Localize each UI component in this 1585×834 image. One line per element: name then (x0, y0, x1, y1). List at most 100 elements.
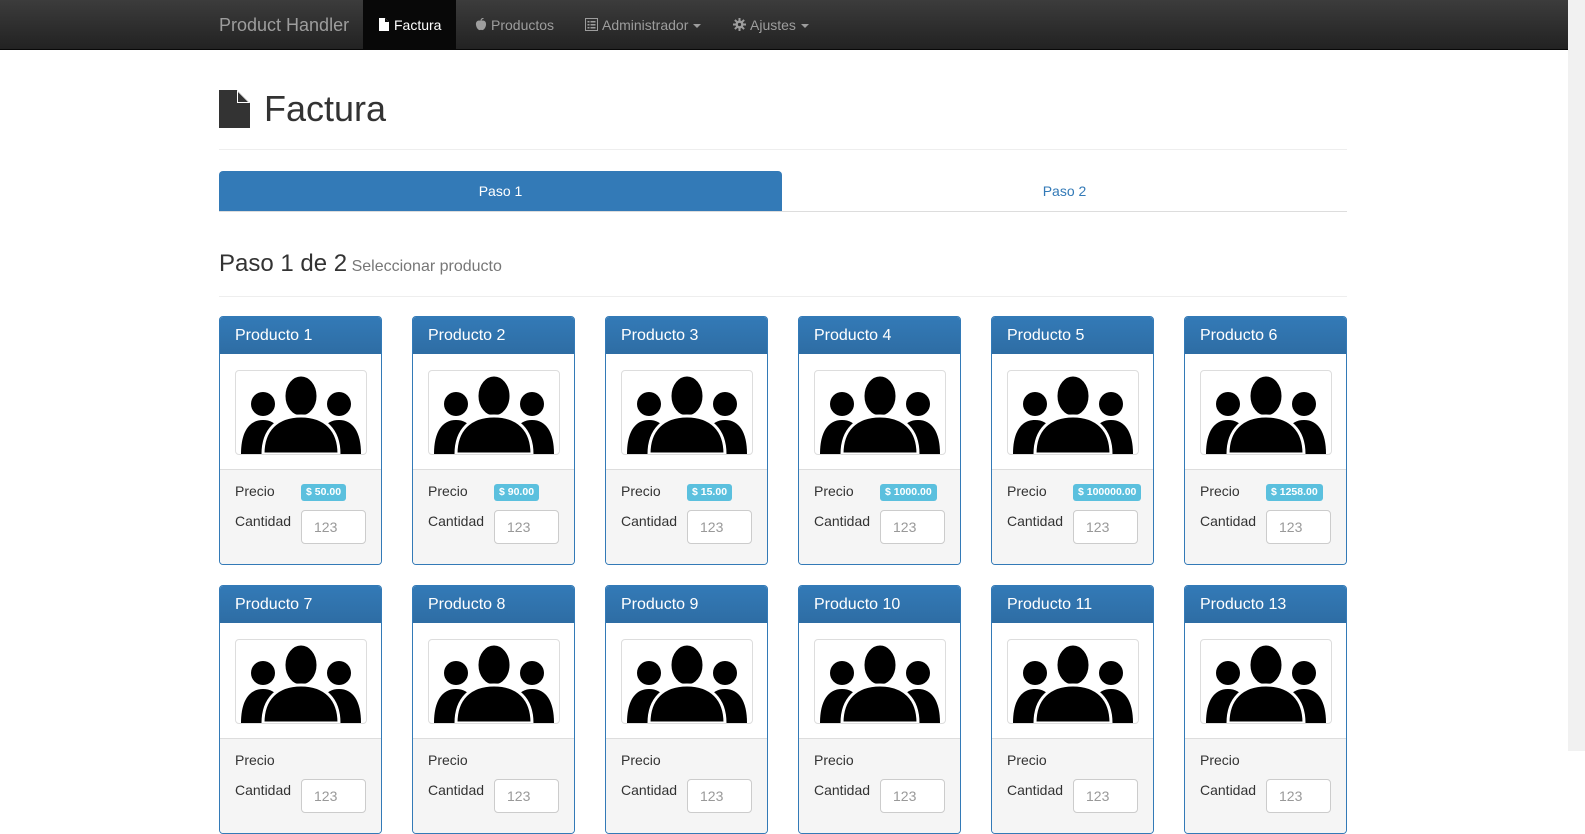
product-image (235, 370, 367, 455)
product-body (413, 354, 574, 470)
product-card[interactable]: Producto 1 Precio $ 50.00 Cantidad (219, 316, 382, 565)
users-icon (434, 643, 554, 723)
product-image (428, 639, 560, 724)
quantity-input[interactable] (687, 510, 752, 544)
quantity-input[interactable] (1266, 510, 1331, 544)
users-icon (820, 374, 940, 454)
product-card[interactable]: Producto 9 Precio Cantidad (605, 585, 768, 834)
product-footer: Precio Cantidad (992, 739, 1153, 833)
cog-icon (733, 1, 746, 51)
quantity-label: Cantidad (814, 513, 871, 529)
step-tabs: Paso 1 Paso 2 (219, 171, 1347, 212)
product-name: Producto 8 (413, 586, 574, 623)
product-image (814, 639, 946, 724)
brand-link[interactable]: Product Handler (219, 0, 349, 50)
quantity-input[interactable] (880, 779, 945, 813)
quantity-label: Cantidad (428, 782, 485, 798)
product-name: Producto 4 (799, 317, 960, 354)
quantity-label: Cantidad (428, 513, 485, 529)
product-body (992, 623, 1153, 739)
product-body (413, 623, 574, 739)
nav-item-label: Administrador (602, 17, 689, 33)
price-label: Precio (235, 752, 275, 768)
tab-paso-1[interactable]: Paso 1 (219, 171, 782, 211)
nav-item-administrador[interactable]: Administrador (585, 0, 702, 51)
product-card[interactable]: Producto 8 Precio Cantidad (412, 585, 575, 834)
quantity-input[interactable] (1073, 510, 1138, 544)
users-icon (1013, 643, 1133, 723)
quantity-input[interactable] (494, 510, 559, 544)
product-card[interactable]: Producto 4 Precio $ 1000.00 Cantidad 123 (798, 316, 961, 565)
product-body (606, 623, 767, 739)
nav-item-label: Factura (394, 17, 442, 33)
quantity-label: Cantidad (621, 513, 678, 529)
product-name: Producto 2 (413, 317, 574, 354)
product-image (1200, 370, 1332, 455)
product-footer: Precio Cantidad (799, 739, 960, 833)
product-card[interactable]: Producto 5 Precio $ 100000.00 Cantidad 1… (991, 316, 1154, 565)
product-card[interactable]: Producto 11 Precio Cantidad (991, 585, 1154, 834)
quantity-input[interactable] (301, 779, 366, 813)
product-card[interactable]: Producto 2 Precio $ 90.00 Cantidad (412, 316, 575, 565)
product-name: Producto 11 (992, 586, 1153, 623)
price-badge: $ 50.00 (301, 484, 347, 501)
product-footer: Precio $ 50.00 Cantidad (220, 470, 381, 564)
quantity-input[interactable] (687, 779, 752, 813)
product-name: Producto 13 (1185, 586, 1346, 623)
product-body (606, 354, 767, 470)
vertical-scrollbar[interactable] (1568, 0, 1585, 751)
nav-item-ajustes[interactable]: Ajustes (733, 0, 809, 50)
product-card[interactable]: Producto 3 Precio $ 15.00 Cantidad (605, 316, 768, 565)
nav-item-label: Ajustes (750, 17, 796, 33)
product-name: Producto 6 (1185, 317, 1346, 354)
product-footer: Precio $ 15.00 Cantidad (606, 470, 767, 564)
product-image (1007, 639, 1139, 724)
price-label: Precio (235, 483, 275, 499)
quantity-input[interactable] (494, 779, 559, 813)
product-card[interactable]: Producto 10 Precio Cantidad (798, 585, 961, 834)
price-label: Precio (1007, 483, 1047, 499)
product-body (220, 623, 381, 739)
product-name: Producto 10 (799, 586, 960, 623)
price-label: Precio (1200, 752, 1240, 768)
quantity-label: Cantidad (1007, 782, 1064, 798)
nav-item-factura[interactable]: Factura (363, 0, 457, 50)
section-header: Paso 1 de 2 Seleccionar producto (219, 248, 1347, 297)
product-image (621, 370, 753, 455)
product-card[interactable]: Producto 6 Precio $ 1258.00 Cantidad 123 (1184, 316, 1347, 565)
page-header: Factura (219, 84, 1347, 150)
file-icon (219, 90, 250, 128)
product-image (235, 639, 367, 724)
section-title: Paso 1 de 2 (219, 250, 348, 277)
price-badge: $ 90.00 (494, 484, 540, 501)
list-alt-icon (585, 1, 598, 51)
users-icon (1013, 374, 1133, 454)
product-body (799, 623, 960, 739)
nav-item-productos[interactable]: Productos (475, 0, 554, 50)
users-icon (820, 643, 940, 723)
price-label: Precio (621, 483, 661, 499)
users-icon (627, 374, 747, 454)
quantity-label: Cantidad (1007, 513, 1064, 529)
price-label: Precio (814, 752, 854, 768)
caret-down-icon (800, 24, 809, 29)
product-image (1007, 370, 1139, 455)
quantity-input[interactable] (880, 510, 945, 544)
product-name: Producto 7 (220, 586, 381, 623)
quantity-input[interactable] (1266, 779, 1331, 813)
product-name: Producto 3 (606, 317, 767, 354)
quantity-input[interactable] (301, 510, 366, 544)
product-card[interactable]: Producto 7 Precio Cantidad (219, 585, 382, 834)
quantity-label: Cantidad (235, 513, 292, 529)
product-card[interactable]: Producto 13 Precio Cantidad (1184, 585, 1347, 834)
apple-icon (475, 1, 487, 51)
top-navbar: Product Handler Factura Productos Admini… (0, 0, 1568, 50)
product-image (814, 370, 946, 455)
quantity-label: Cantidad (1200, 513, 1257, 529)
product-footer: Precio Cantidad (413, 739, 574, 833)
price-badge: $ 1000.00 (880, 484, 937, 501)
product-footer: Precio $ 1000.00 Cantidad (799, 470, 960, 564)
tab-paso-2[interactable]: Paso 2 (782, 171, 1347, 211)
quantity-input[interactable] (1073, 779, 1138, 813)
users-icon (241, 374, 361, 454)
